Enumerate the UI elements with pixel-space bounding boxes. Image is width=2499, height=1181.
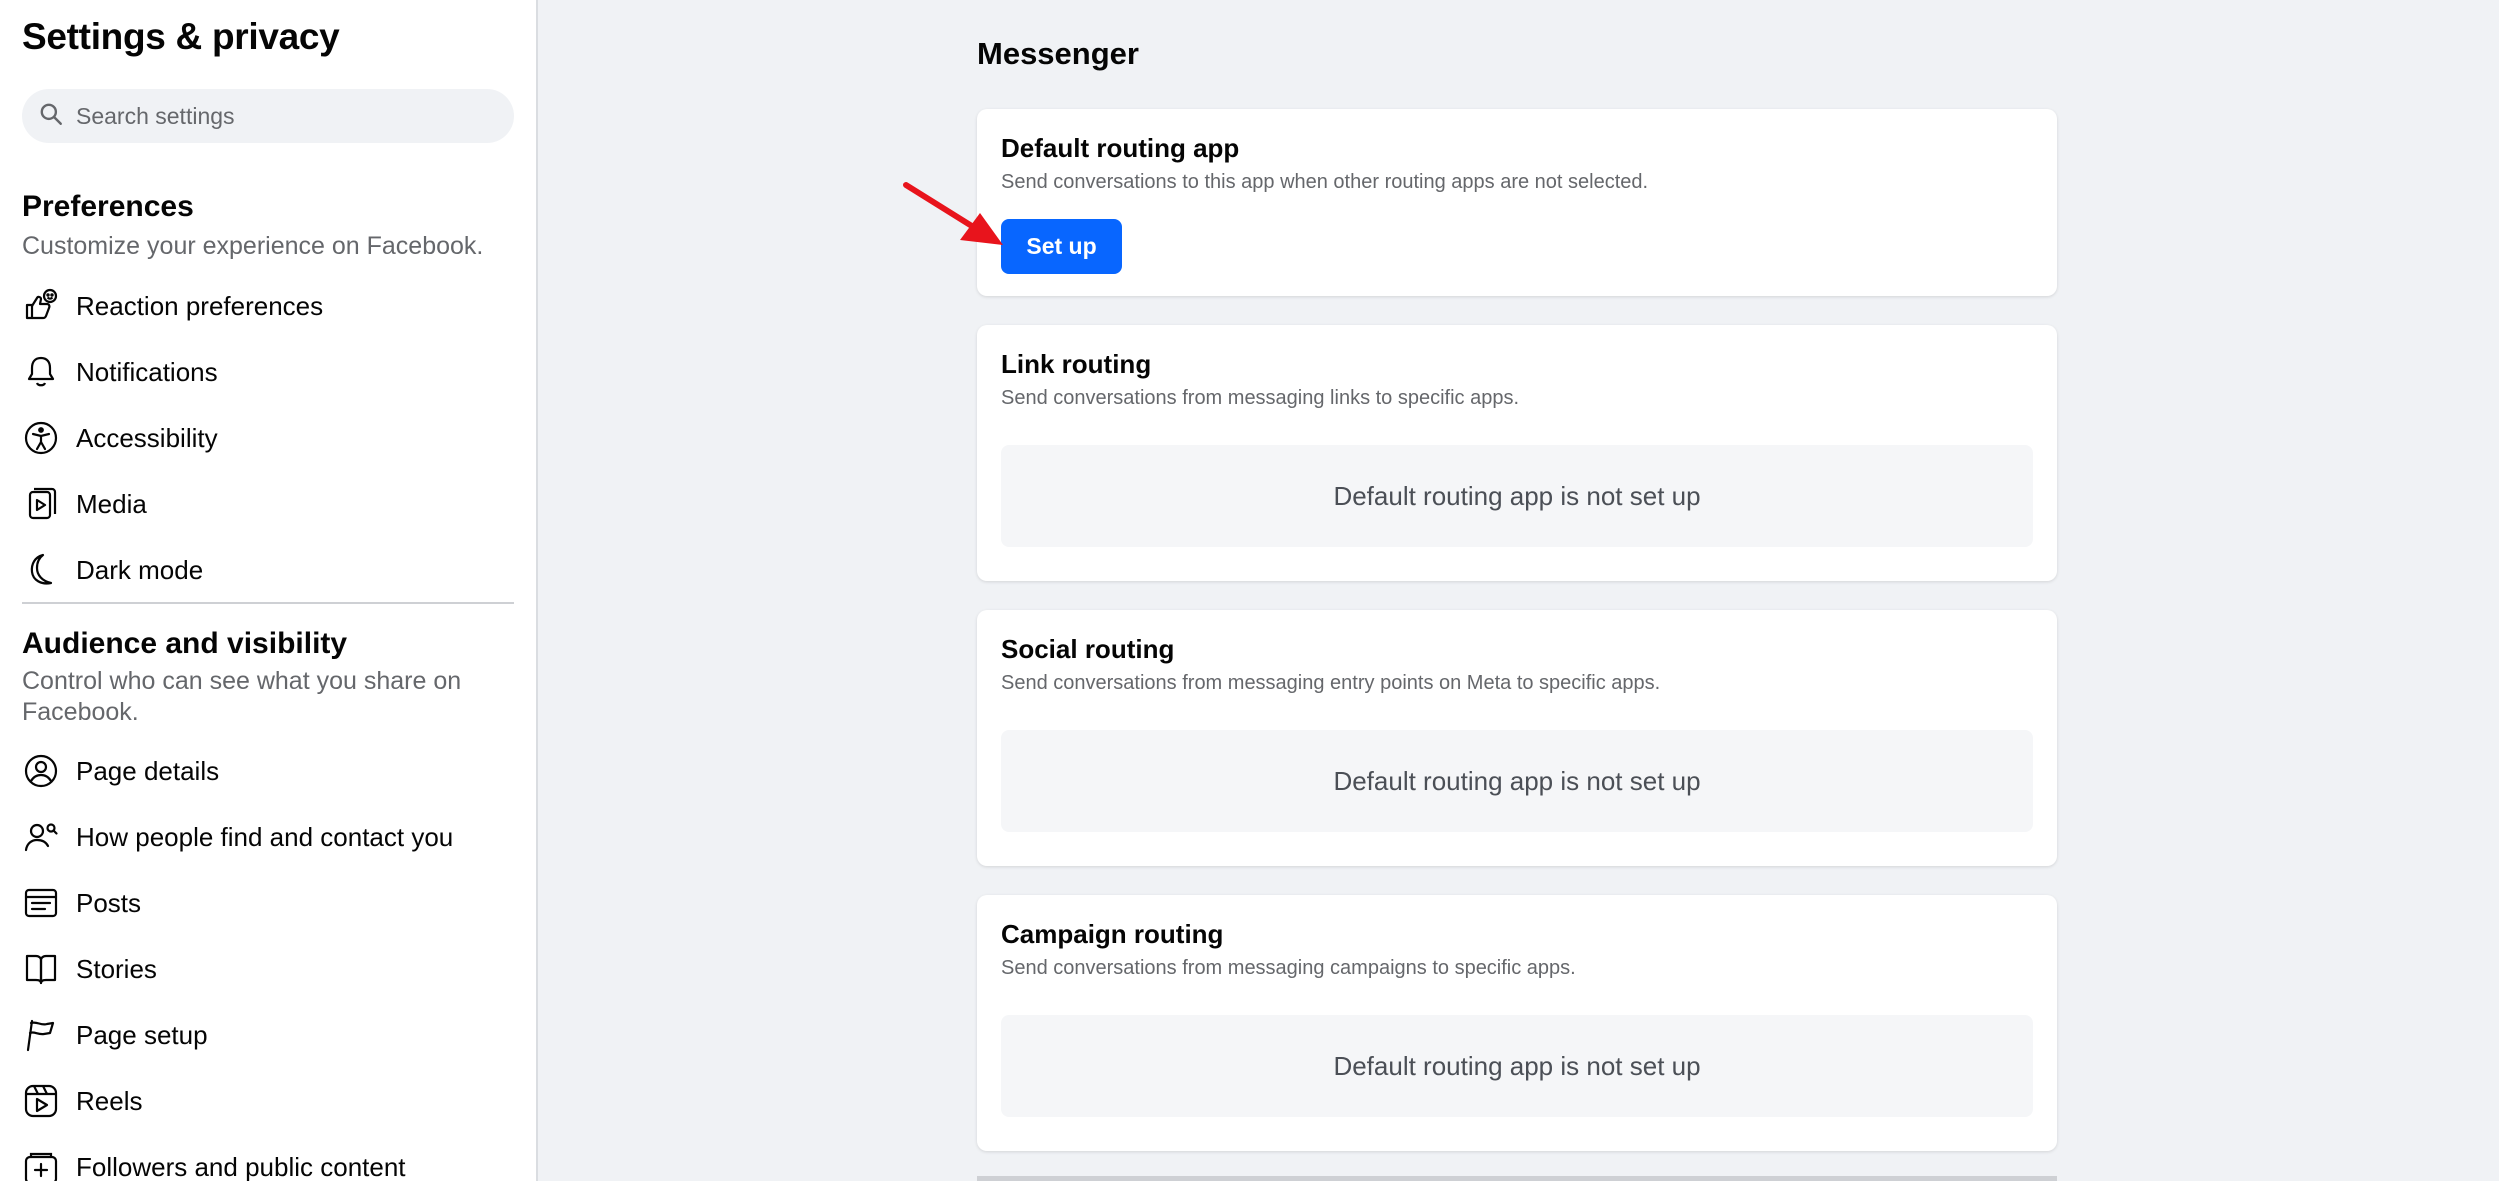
sidebar-item-label: Reaction preferences <box>76 290 324 321</box>
sidebar-item-reels[interactable]: Reels <box>22 1075 514 1127</box>
card-title: Campaign routing <box>1001 919 1224 949</box>
bell-icon <box>22 353 60 391</box>
add-follower-icon <box>22 1148 60 1181</box>
posts-icon <box>22 884 60 922</box>
moon-icon <box>22 551 60 589</box>
search-input[interactable] <box>74 101 498 131</box>
sidebar-item-label: Notifications <box>76 356 218 387</box>
media-icon <box>22 485 60 523</box>
user-circle-icon <box>22 752 60 790</box>
routing-status: Default routing app is not set up <box>1001 730 2033 832</box>
audience-heading: Audience and visibility <box>22 627 348 660</box>
next-card-edge <box>977 1176 2057 1181</box>
card-title: Default routing app <box>1001 133 1240 163</box>
sidebar-item-accessibility[interactable]: Accessibility <box>22 412 514 464</box>
link-routing-card: Link routing Send conversations from mes… <box>977 325 2057 581</box>
sidebar-item-stories[interactable]: Stories <box>22 943 514 995</box>
sidebar-item-label: Page setup <box>76 1019 208 1050</box>
sidebar-item-label: Accessibility <box>76 422 218 453</box>
sidebar-item-dark-mode[interactable]: Dark mode <box>22 544 514 596</box>
sidebar-item-page-details[interactable]: Page details <box>22 745 514 797</box>
sidebar-title: Settings & privacy <box>22 16 340 57</box>
card-title: Link routing <box>1001 349 1152 379</box>
page-title: Messenger <box>977 36 1139 71</box>
set-up-button[interactable]: Set up <box>1001 219 1122 274</box>
search-box[interactable] <box>22 89 514 143</box>
sidebar-divider <box>22 602 514 604</box>
sidebar-item-reaction-preferences[interactable]: Reaction preferences <box>22 280 514 332</box>
sidebar-item-label: Posts <box>76 887 142 918</box>
card-description: Send conversations to this app when othe… <box>1001 171 1649 193</box>
sidebar-item-label: Reels <box>76 1085 143 1116</box>
campaign-routing-card: Campaign routing Send conversations from… <box>977 895 2057 1151</box>
sidebar-item-posts[interactable]: Posts <box>22 877 514 929</box>
routing-status: Default routing app is not set up <box>1001 1015 2033 1117</box>
book-icon <box>22 950 60 988</box>
card-description: Send conversations from messaging entry … <box>1001 672 1661 694</box>
preferences-subtitle: Customize your experience on Facebook. <box>22 232 484 260</box>
sidebar-item-followers[interactable]: Followers and public content <box>22 1141 514 1181</box>
sidebar-item-label: Page details <box>76 755 220 786</box>
sidebar-item-media[interactable]: Media <box>22 478 514 530</box>
sidebar-item-find-contact[interactable]: How people find and contact you <box>22 811 514 863</box>
flag-icon <box>22 1016 60 1054</box>
sidebar-item-notifications[interactable]: Notifications <box>22 346 514 398</box>
search-icon <box>38 101 64 132</box>
sidebar-item-label: Followers and public content <box>76 1151 406 1181</box>
sidebar-item-label: Media <box>76 488 147 519</box>
annotation-arrow-icon <box>903 182 1003 245</box>
user-search-icon <box>22 818 60 856</box>
sidebar-item-label: How people find and contact you <box>76 821 454 852</box>
audience-subtitle: Control who can see what you share on Fa… <box>22 667 462 726</box>
routing-status: Default routing app is not set up <box>1001 445 2033 547</box>
default-routing-card: Default routing app Send conversations t… <box>977 109 2057 296</box>
sidebar-item-label: Stories <box>76 953 157 984</box>
preferences-heading: Preferences <box>22 190 194 223</box>
card-title: Social routing <box>1001 634 1175 664</box>
reels-icon <box>22 1082 60 1120</box>
card-description: Send conversations from messaging campai… <box>1001 957 1576 979</box>
sidebar-item-page-setup[interactable]: Page setup <box>22 1009 514 1061</box>
social-routing-card: Social routing Send conversations from m… <box>977 610 2057 866</box>
reaction-icon <box>22 287 60 325</box>
card-description: Send conversations from messaging links … <box>1001 387 1520 409</box>
settings-sidebar: Settings & privacy Preferences Customize… <box>0 0 538 1181</box>
accessibility-icon <box>22 419 60 457</box>
sidebar-item-label: Dark mode <box>76 554 204 585</box>
